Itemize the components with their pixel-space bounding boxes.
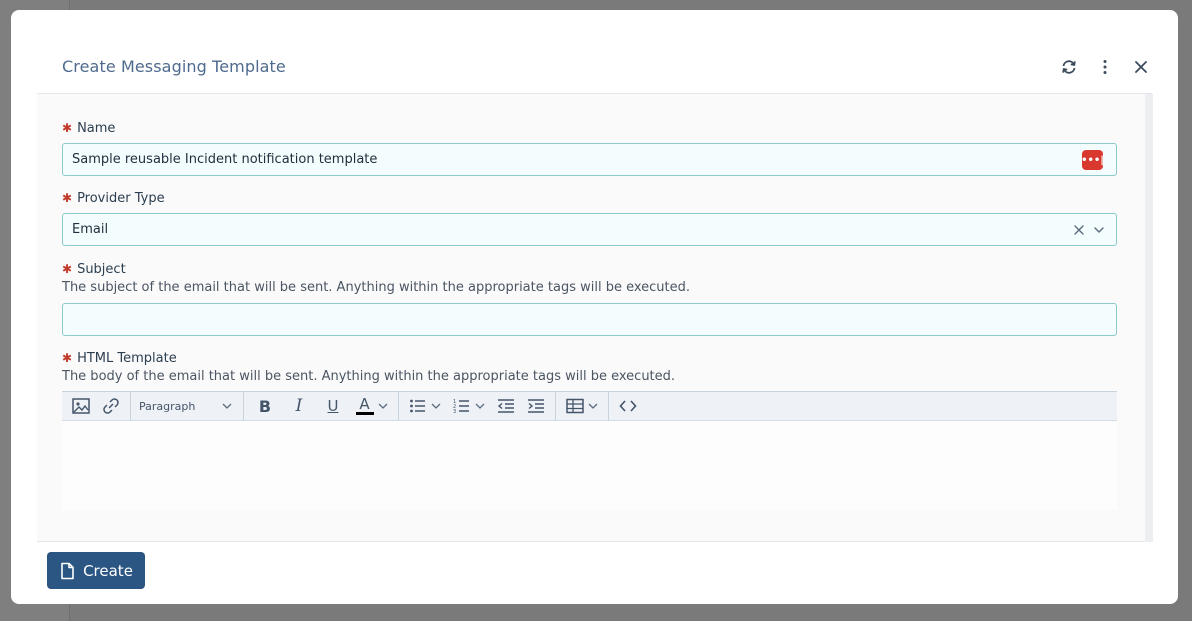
name-label: ✱ Name bbox=[62, 120, 1117, 136]
provider-type-value: Email bbox=[72, 222, 109, 237]
close-button[interactable] bbox=[1130, 56, 1152, 78]
html-template-label-text: HTML Template bbox=[77, 350, 177, 366]
html-template-label: ✱ HTML Template bbox=[62, 350, 1117, 366]
italic-button[interactable]: I bbox=[282, 392, 316, 421]
refresh-icon bbox=[1062, 60, 1076, 74]
outdent-button[interactable] bbox=[491, 392, 521, 421]
chevron-down-icon bbox=[222, 403, 232, 409]
table-icon bbox=[566, 398, 584, 414]
create-button-label: Create bbox=[83, 561, 133, 580]
indent-button[interactable] bbox=[521, 392, 551, 421]
html-template-help: The body of the email that will be sent.… bbox=[62, 369, 676, 384]
font-color-icon: A bbox=[355, 397, 374, 415]
dialog-body: ✱ Name Sample reusable Incident notifica… bbox=[37, 94, 1153, 542]
subject-label: ✱ Subject bbox=[62, 261, 1117, 277]
chevron-down-icon bbox=[475, 403, 485, 409]
chevron-down-icon[interactable] bbox=[1092, 223, 1106, 237]
insert-image-button[interactable] bbox=[66, 392, 96, 421]
select-actions bbox=[1072, 214, 1106, 245]
name-input-value: Sample reusable Incident notification te… bbox=[72, 152, 378, 167]
required-asterisk-icon: ✱ bbox=[62, 262, 73, 276]
insert-link-button[interactable] bbox=[96, 392, 126, 421]
provider-type-label-text: Provider Type bbox=[77, 190, 165, 206]
italic-icon: I bbox=[295, 396, 303, 416]
bold-button[interactable]: B bbox=[248, 392, 282, 421]
font-color-button[interactable]: A bbox=[350, 392, 394, 421]
template-form: ✱ Name Sample reusable Incident notifica… bbox=[62, 120, 1117, 510]
numbered-list-button[interactable]: 1 2 3 bbox=[447, 392, 491, 421]
underline-button[interactable]: U bbox=[316, 392, 350, 421]
subject-label-text: Subject bbox=[77, 261, 126, 277]
header-actions bbox=[1058, 56, 1152, 78]
clear-icon[interactable] bbox=[1072, 223, 1086, 237]
name-input[interactable]: Sample reusable Incident notification te… bbox=[62, 143, 1117, 176]
create-button[interactable]: Create bbox=[47, 552, 145, 589]
underline-icon: U bbox=[327, 397, 339, 415]
close-icon bbox=[1135, 61, 1147, 73]
scrollbar[interactable] bbox=[1145, 94, 1153, 542]
bullet-list-button[interactable] bbox=[403, 392, 447, 421]
editor-content-area[interactable] bbox=[62, 421, 1117, 510]
link-icon bbox=[103, 398, 119, 414]
svg-text:3: 3 bbox=[453, 409, 456, 415]
list-group: 1 2 3 bbox=[399, 391, 556, 421]
view-source-button[interactable] bbox=[613, 392, 643, 421]
numbered-list-icon: 1 2 3 bbox=[453, 399, 469, 415]
chevron-down-icon bbox=[378, 403, 387, 409]
chevron-down-icon bbox=[431, 403, 441, 409]
provider-type-label: ✱ Provider Type bbox=[62, 190, 1117, 206]
subject-help: The subject of the email that will be se… bbox=[62, 280, 691, 295]
paragraph-select-label: Paragraph bbox=[139, 399, 196, 413]
text-style-group: B I U A bbox=[244, 391, 399, 421]
bold-icon: B bbox=[258, 396, 272, 416]
source-group bbox=[609, 392, 647, 421]
outdent-icon bbox=[497, 399, 514, 413]
required-asterisk-icon: ✱ bbox=[62, 191, 73, 205]
provider-type-select[interactable]: Email bbox=[62, 213, 1117, 246]
document-icon bbox=[61, 562, 74, 579]
more-options-button[interactable] bbox=[1094, 56, 1116, 78]
dialog-header: Create Messaging Template bbox=[37, 10, 1152, 94]
subject-input[interactable] bbox=[62, 303, 1117, 336]
paragraph-select[interactable]: Paragraph bbox=[131, 392, 239, 421]
required-asterisk-icon: ✱ bbox=[62, 121, 73, 135]
rich-text-editor: Paragraph B I U A 1 2 3 bbox=[62, 391, 1117, 510]
name-label-text: Name bbox=[77, 120, 116, 136]
create-template-dialog: Create Messaging Template ✱ Name Sample … bbox=[11, 10, 1178, 604]
password-manager-icon[interactable]: •••| bbox=[1081, 150, 1104, 170]
editor-toolbar: Paragraph B I U A 1 2 3 bbox=[62, 391, 1117, 421]
dialog-title: Create Messaging Template bbox=[62, 57, 286, 76]
table-group bbox=[556, 391, 609, 421]
more-vertical-icon bbox=[1103, 60, 1107, 74]
insert-group bbox=[62, 391, 131, 421]
required-asterisk-icon: ✱ bbox=[62, 351, 73, 365]
bullet-list-icon bbox=[410, 399, 425, 413]
code-icon bbox=[619, 400, 637, 412]
chevron-down-icon bbox=[588, 403, 598, 409]
indent-icon bbox=[528, 399, 544, 413]
image-icon bbox=[72, 398, 90, 414]
insert-table-button[interactable] bbox=[560, 392, 604, 421]
format-group: Paragraph bbox=[131, 391, 244, 421]
refresh-button[interactable] bbox=[1058, 56, 1080, 78]
